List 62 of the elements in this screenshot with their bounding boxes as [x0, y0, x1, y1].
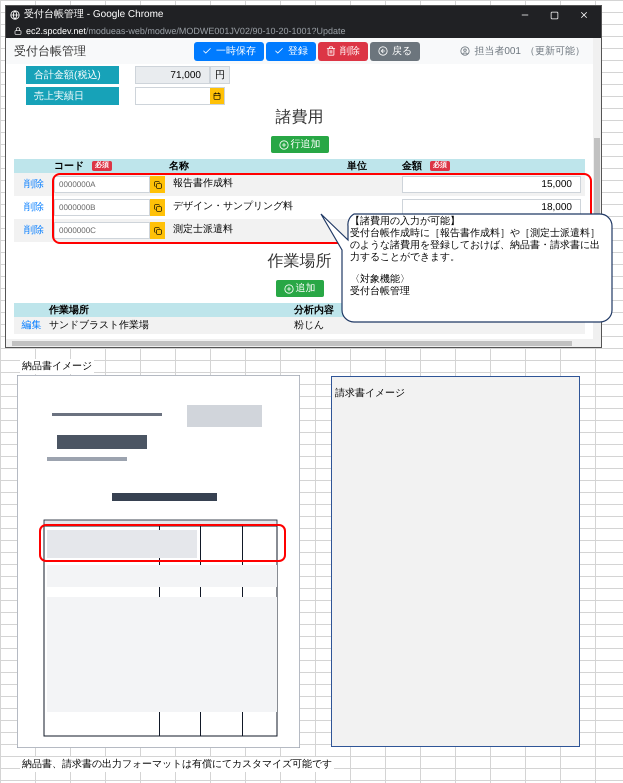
- callout-text: 受付台帳作成時に［報告書作成料］や［測定士派遣料］のような諸費用を登録しておけば、納品書・請求書に出力することができます。: [350, 228, 601, 264]
- amount-field[interactable]: 71,000: [135, 66, 210, 84]
- toolbar-button[interactable]: 登録: [266, 42, 316, 60]
- calendar-button[interactable]: [210, 88, 224, 104]
- callout-title: 【諸費用の入力が可能】: [350, 216, 461, 228]
- column-header: 単位: [347, 160, 367, 174]
- table-cell-text: 測定士派遣料: [172, 222, 234, 237]
- toolbar-button[interactable]: 一時保存: [194, 42, 264, 60]
- user-permission: （更新可能）: [525, 44, 585, 58]
- code-field[interactable]: 0000000C: [54, 222, 150, 239]
- table-cell-text: サンドブラスト作業場: [49, 318, 150, 333]
- sheet-label: 納品書イメージ: [20, 359, 94, 374]
- table-cell-text: 報告書作成料: [172, 176, 234, 191]
- copy-icon: [154, 180, 162, 188]
- lookup-button[interactable]: [150, 222, 165, 239]
- calendar-icon: [213, 92, 221, 100]
- delete-link[interactable]: 削除: [14, 200, 54, 215]
- maximize-icon[interactable]: [550, 10, 559, 20]
- placeholder-label: 請求書イメージ: [335, 388, 405, 399]
- app-title: 受付台帳管理: [14, 43, 87, 60]
- column-header: 作業場所: [49, 304, 90, 318]
- callout-subheading: 〈対象機能〉: [350, 274, 411, 286]
- amount-field[interactable]: 15,000: [402, 176, 581, 193]
- column-header: コード: [54, 160, 84, 174]
- section-heading: 諸費用: [276, 108, 324, 128]
- lookup-button[interactable]: [150, 176, 165, 193]
- column-header: 金額: [402, 160, 422, 174]
- form-label: 合計金額(税込): [26, 66, 119, 84]
- trash-icon: [326, 46, 336, 56]
- section-heading: 作業場所: [268, 252, 332, 272]
- callout-text: 受付台帳管理: [350, 286, 411, 298]
- code-field[interactable]: 0000000B: [54, 199, 150, 216]
- close-icon[interactable]: [579, 10, 589, 20]
- copy-icon: [154, 204, 162, 212]
- check-icon: [202, 46, 212, 56]
- form-label: 売上実績日: [26, 87, 119, 105]
- horizontal-scrollbar[interactable]: [6, 339, 593, 347]
- edit-link[interactable]: 編集: [14, 318, 49, 333]
- copy-icon: [154, 226, 162, 234]
- user-name: 担当者001: [474, 44, 521, 58]
- delete-link[interactable]: 削除: [14, 223, 54, 238]
- table-cell-text: 粉じん: [294, 319, 324, 333]
- column-header: 名称: [169, 160, 189, 174]
- code-field[interactable]: 0000000A: [54, 176, 150, 193]
- footnote: 納品書、請求書の出力フォーマットは有償にてカスタマイズ可能です: [20, 757, 334, 772]
- delete-link[interactable]: 削除: [14, 177, 54, 192]
- check-icon: [274, 46, 284, 56]
- globe-icon: [10, 10, 20, 20]
- toolbar-button[interactable]: 削除: [318, 42, 368, 60]
- lock-icon: [14, 27, 22, 35]
- unit-label: 円: [210, 66, 230, 84]
- toolbar-button[interactable]: 戻る: [370, 42, 420, 60]
- column-header: 分析内容: [294, 303, 334, 318]
- add-row-button[interactable]: 行追加: [270, 136, 328, 153]
- lookup-button[interactable]: [150, 199, 165, 216]
- window-title: 受付台帳管理 - Google Chrome: [24, 10, 164, 20]
- date-field[interactable]: [135, 87, 225, 105]
- plus-icon: [284, 284, 294, 294]
- add-button[interactable]: 追加: [276, 280, 324, 297]
- plus-icon: [278, 140, 288, 150]
- table-cell-text: デザイン・サンプリング料: [172, 200, 294, 214]
- user-icon: [460, 46, 470, 56]
